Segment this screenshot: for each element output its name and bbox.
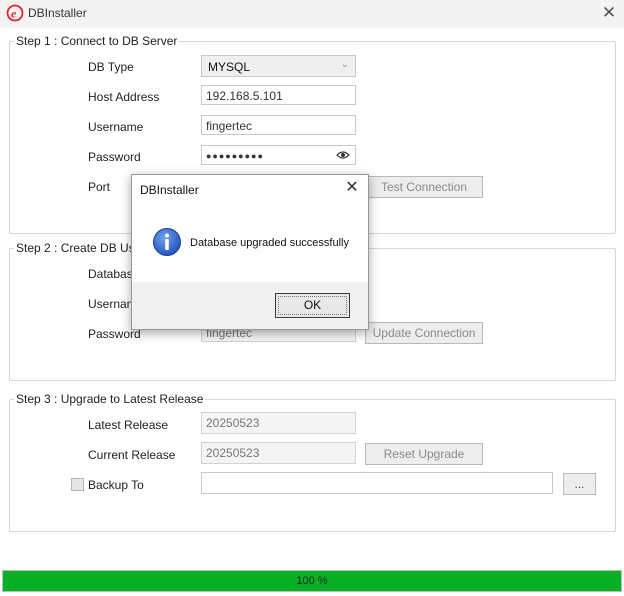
port-label: Port [88, 180, 111, 194]
show-password-eye-icon[interactable] [336, 150, 350, 160]
step2-legend: Step 2 : Create DB User [14, 241, 148, 255]
db-type-label: DB Type [88, 60, 134, 74]
latest-release-field: 20250523 [201, 412, 356, 434]
username-field[interactable]: fingertec [201, 115, 356, 135]
test-connection-button[interactable]: Test Connection [365, 176, 483, 198]
ok-label: OK [303, 298, 322, 312]
title-bar [0, 0, 624, 28]
progress-text: 100 % [296, 575, 328, 587]
current-release-field: 20250523 [201, 442, 356, 464]
backup-to-checkbox[interactable] [71, 478, 84, 491]
dialog-title: DBInstaller [140, 183, 199, 197]
dialog-message: Database upgraded successfully [190, 237, 349, 249]
ok-button[interactable]: OK [275, 293, 350, 318]
dialog-close-icon[interactable]: ✕ [344, 180, 360, 196]
host-address-field[interactable]: 192.168.5.101 [201, 85, 356, 105]
browse-button[interactable]: ... [563, 473, 596, 495]
step1-legend: Step 1 : Connect to DB Server [14, 34, 180, 48]
progress-bar: 100 % [2, 570, 622, 592]
app-logo-icon: e [6, 4, 24, 22]
db-type-select[interactable]: MYSQL ⌄ [201, 55, 356, 77]
db-type-value: MYSQL [208, 60, 251, 74]
password-label: Password [88, 150, 141, 164]
update-connection-button[interactable]: Update Connection [365, 322, 483, 344]
message-dialog: DBInstaller ✕ Database upgraded successf… [131, 174, 369, 330]
window-title: DBInstaller [28, 6, 87, 20]
reset-upgrade-button[interactable]: Reset Upgrade [365, 443, 483, 465]
backup-path-field[interactable] [201, 472, 553, 494]
svg-text:e: e [11, 7, 17, 21]
chevron-down-icon: ⌄ [340, 59, 349, 70]
step3-legend: Step 3 : Upgrade to Latest Release [14, 392, 206, 406]
username-label: Username [88, 120, 144, 134]
backup-to-label: Backup To [88, 478, 144, 492]
latest-release-label: Latest Release [88, 418, 169, 432]
host-address-label: Host Address [88, 90, 160, 104]
current-release-label: Current Release [88, 448, 176, 462]
info-icon [153, 228, 181, 256]
password-field[interactable]: ●●●●●●●●● [201, 145, 356, 165]
window-close-icon[interactable]: ✕ [600, 4, 618, 22]
